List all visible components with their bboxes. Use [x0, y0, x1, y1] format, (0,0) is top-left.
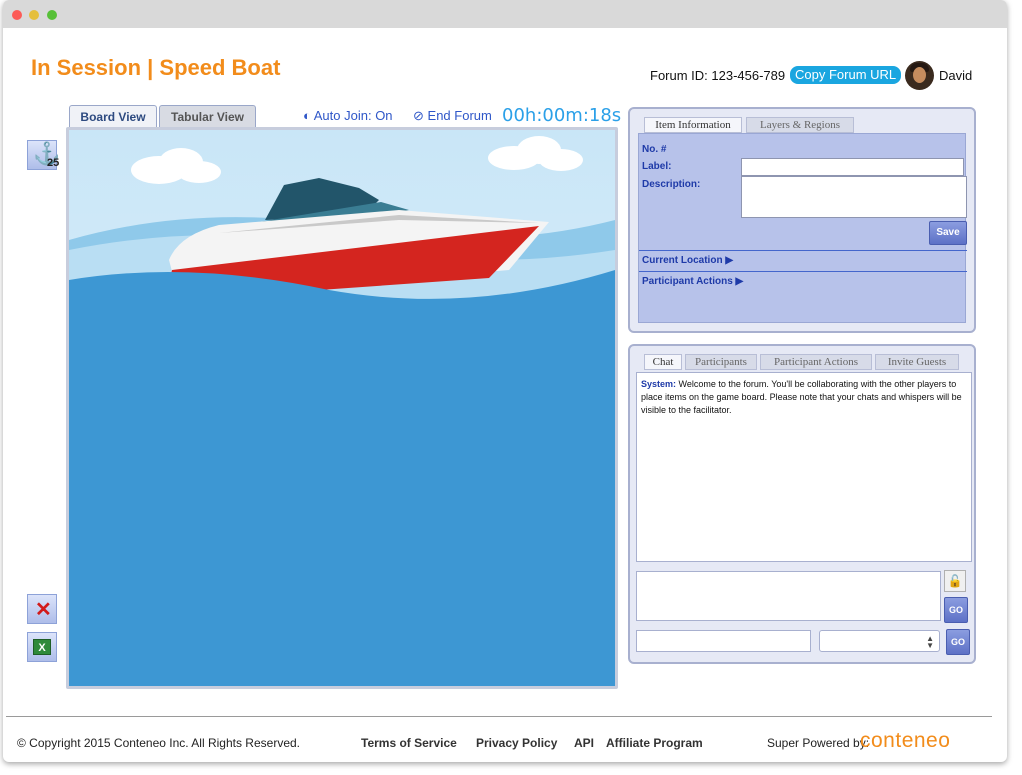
board-illustration	[69, 130, 615, 686]
system-message: Welcome to the forum. You'll be collabor…	[641, 379, 962, 415]
footer-divider	[6, 716, 992, 717]
excel-icon: X	[33, 639, 51, 655]
tab-layers-regions[interactable]: Layers & Regions	[746, 117, 854, 133]
auto-join-label: Auto Join: On	[313, 108, 393, 123]
chat-message-input[interactable]	[636, 571, 941, 621]
lock-icon: 🔓	[947, 574, 963, 588]
tab-chat[interactable]: Chat	[644, 354, 682, 370]
minimize-window-button[interactable]	[29, 10, 39, 20]
window-titlebar	[3, 0, 1007, 28]
user-name[interactable]: David	[939, 68, 972, 83]
game-board[interactable]	[66, 127, 618, 689]
delete-icon: ✕	[35, 599, 52, 621]
tab-item-information[interactable]: Item Information	[644, 117, 742, 133]
select-arrows-icon: ▲ ▼	[926, 634, 934, 650]
item-description-label: Description:	[642, 179, 701, 190]
page-title: In Session | Speed Boat	[31, 55, 281, 80]
toggle-icon: ◐	[303, 108, 311, 123]
tab-invite-guests[interactable]: Invite Guests	[875, 354, 959, 370]
footer-link-affiliate[interactable]: Affiliate Program	[606, 736, 703, 750]
save-button[interactable]: Save	[929, 221, 967, 245]
send-whisper-button[interactable]: GO	[946, 629, 970, 655]
copyright-text: © Copyright 2015 Conteneo Inc. All Right…	[17, 736, 300, 750]
system-sender: System:	[641, 379, 677, 389]
chat-log[interactable]: System: Welcome to the forum. You'll be …	[636, 372, 972, 562]
item-number-label: No. #	[642, 144, 667, 155]
send-chat-button[interactable]: GO	[944, 597, 968, 623]
close-window-button[interactable]	[12, 10, 22, 20]
current-location-toggle[interactable]: Current Location ▶	[642, 255, 733, 266]
lock-button[interactable]: 🔓	[944, 570, 966, 592]
maximize-window-button[interactable]	[47, 10, 57, 20]
chat-panel: Chat Participants Participant Actions In…	[628, 344, 976, 664]
participant-actions-label: Participant Actions	[642, 276, 733, 287]
stop-icon: ⊘	[413, 108, 424, 123]
export-excel-tool[interactable]: X	[27, 632, 57, 662]
forum-id: Forum ID: 123-456-789	[650, 68, 786, 83]
anchor-count: 25	[47, 157, 60, 169]
item-label-input[interactable]	[741, 158, 964, 176]
powered-by-text: Super Powered by:	[767, 736, 870, 750]
footer-link-terms[interactable]: Terms of Service	[361, 736, 457, 750]
conteneo-logo[interactable]: conteneo	[860, 729, 950, 753]
avatar[interactable]	[905, 61, 934, 90]
tab-board-view[interactable]: Board View	[69, 105, 157, 127]
triangle-right-icon: ▶	[735, 276, 744, 287]
browser-window: In Session | Speed Boat Forum ID: 123-45…	[3, 0, 1007, 762]
item-label-label: Label:	[642, 161, 672, 172]
tab-participant-actions[interactable]: Participant Actions	[760, 354, 872, 370]
water	[69, 270, 615, 686]
divider	[639, 271, 967, 272]
whisper-input[interactable]	[636, 630, 811, 652]
current-location-label: Current Location	[642, 255, 723, 266]
anchor-item-tool[interactable]: ⚓ 25	[27, 140, 60, 170]
tab-participants[interactable]: Participants	[685, 354, 757, 370]
triangle-right-icon: ▶	[725, 255, 734, 266]
divider	[639, 250, 967, 251]
session-timer: 00h:00m:18s	[502, 105, 622, 126]
avatar-face	[913, 67, 926, 83]
item-description-input[interactable]	[741, 176, 967, 218]
participant-actions-toggle[interactable]: Participant Actions ▶	[642, 276, 743, 287]
auto-join-toggle[interactable]: ◐ Auto Join: On	[303, 108, 393, 123]
end-forum-button[interactable]: ⊘ End Forum	[413, 108, 492, 124]
item-info-form: No. # Label: Description: Save Current L…	[638, 133, 967, 323]
delete-tool[interactable]: ✕	[27, 594, 57, 624]
footer-link-api[interactable]: API	[574, 736, 594, 750]
tab-tabular-view[interactable]: Tabular View	[159, 105, 256, 127]
whisper-recipient-select[interactable]: ▲ ▼	[819, 630, 940, 652]
end-forum-label: End Forum	[427, 108, 492, 123]
copy-forum-url-button[interactable]: Copy Forum URL	[790, 66, 902, 84]
footer-link-privacy[interactable]: Privacy Policy	[476, 736, 557, 750]
item-information-panel: Item Information Layers & Regions No. # …	[628, 107, 976, 333]
